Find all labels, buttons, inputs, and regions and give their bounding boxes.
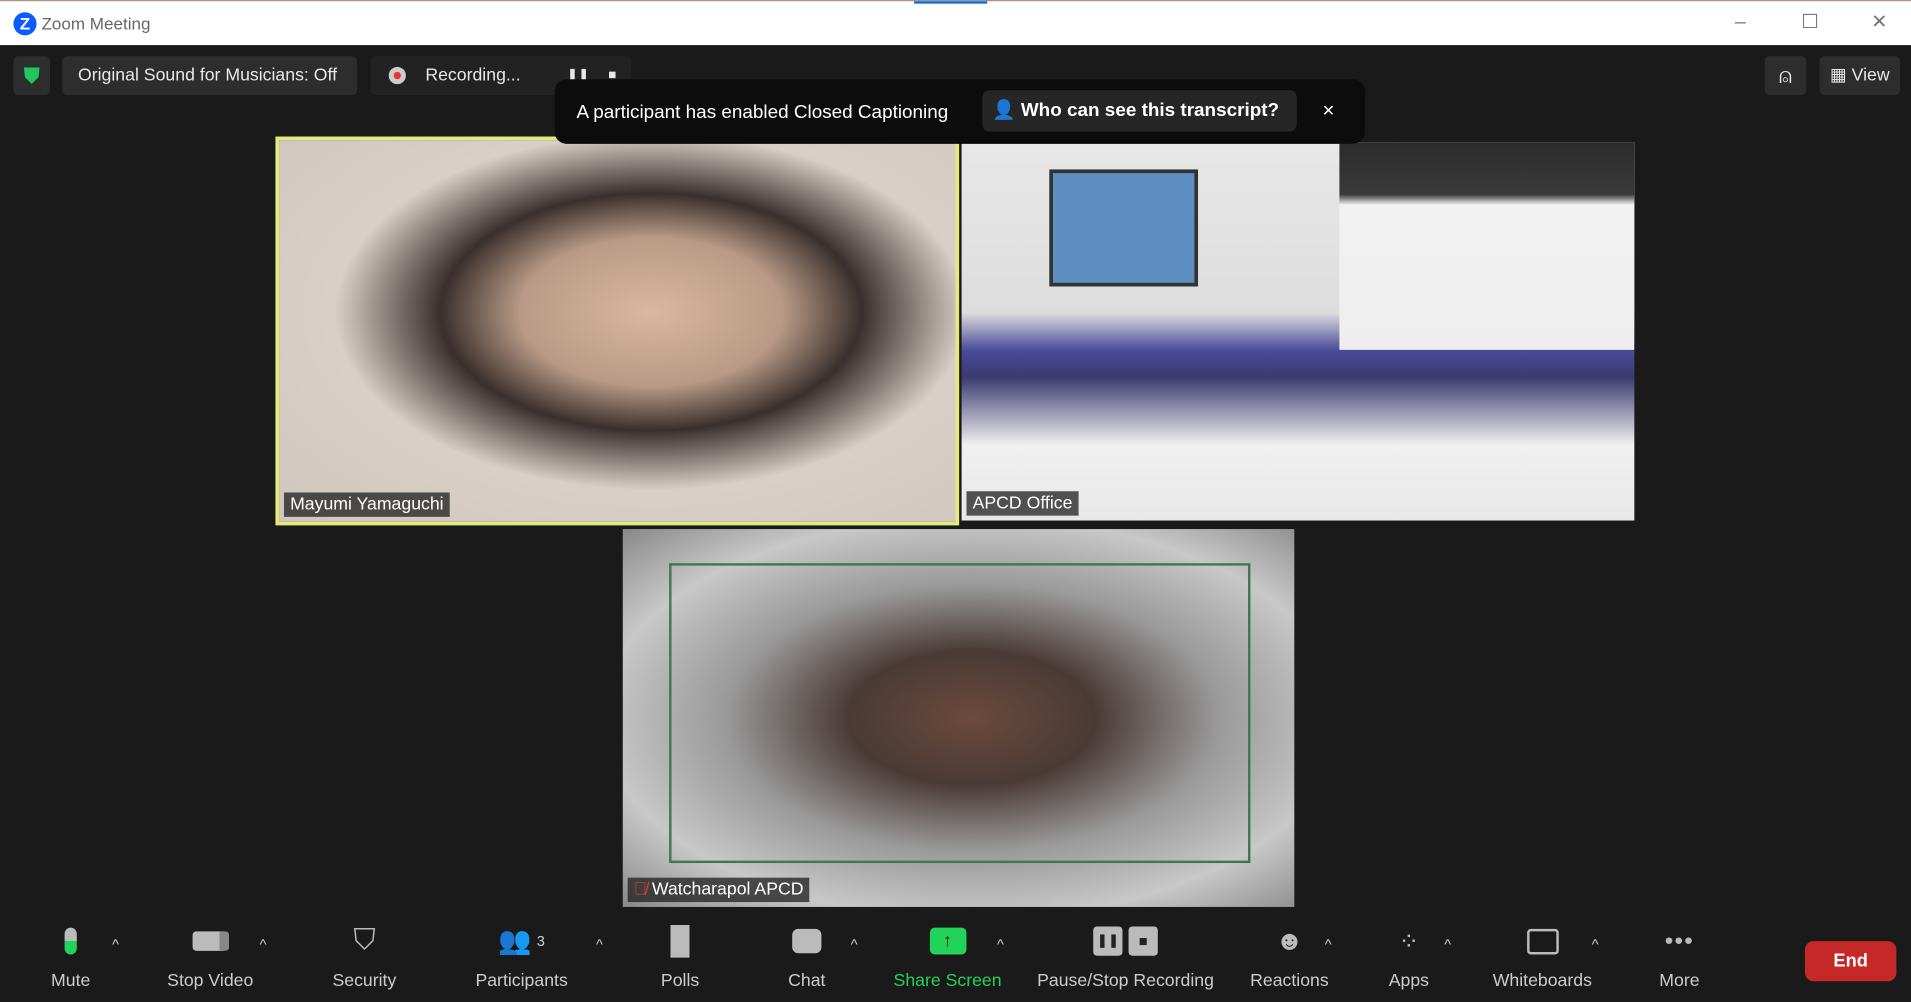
chat-options-caret[interactable]: ^ [851,936,858,953]
original-sound-button[interactable]: Original Sound for Musicians: Off [62,56,358,96]
participants-icon: 👥 [498,925,532,956]
more-label: More [1659,971,1700,992]
more-dots-icon: ••• [1664,927,1695,954]
pause-icon: ❚❚ [1093,926,1123,956]
lock-person-icon: ⍝ [1778,63,1793,88]
participants-count: 3 [536,932,545,950]
encryption-shield-button[interactable]: ⛊ [13,56,50,96]
chat-label: Chat [788,971,826,992]
recording-label: Recording... [425,65,521,86]
whiteboard-icon [1526,928,1559,954]
zoom-window: Z Zoom Meeting – ☐ ✕ ⛊ Original Sound fo… [0,0,1911,1002]
polls-label: Polls [660,971,700,992]
video-tile-apcd-office[interactable]: APCD Office [961,142,1635,521]
grid-icon: ▦ [1830,65,1847,86]
apps-label: Apps [1388,971,1430,992]
transcript-link-label: Who can see this transcript? [1020,99,1280,121]
polls-button[interactable]: ▐▌ Polls [648,917,711,1002]
closed-caption-notification: A participant has enabled Closed Caption… [554,79,1365,144]
close-window-button[interactable]: ✕ [1861,9,1898,38]
share-screen-icon: ↑ [929,927,966,955]
video-tile-mayumi[interactable]: Mayumi Yamaguchi [275,136,960,526]
maximize-button[interactable]: ☐ [1792,9,1829,38]
shield-icon: ⛉ [353,924,376,957]
minimize-button[interactable]: – [1722,9,1759,38]
bar-chart-icon: ▐▌ [661,925,700,956]
whiteboards-button[interactable]: Whiteboards [1484,917,1600,1002]
reactions-options-caret[interactable]: ^ [1325,936,1332,953]
transcript-visibility-link[interactable]: 👤 Who can see this transcript? [982,90,1297,132]
chat-bubble-icon [792,928,822,954]
participant-name-text: Watcharapol APCD [651,880,804,900]
shield-check-icon: ⛊ [23,63,40,88]
zoom-logo-icon: Z [13,12,37,36]
whiteboards-options-caret[interactable]: ^ [1592,936,1599,953]
end-meeting-button[interactable]: End [1804,941,1897,982]
microphone-icon [64,927,77,955]
mute-label: Mute [51,971,91,992]
more-button[interactable]: ••• More [1648,917,1711,1002]
participant-name: Mayumi Yamaguchi [283,492,450,517]
share-screen-button[interactable]: ↑ Share Screen [890,917,1006,1002]
apps-options-caret[interactable]: ^ [1444,936,1451,953]
immersive-button[interactable]: ⍝ [1764,56,1807,96]
close-toast-button[interactable]: × [1322,99,1334,123]
whiteboards-label: Whiteboards [1492,971,1592,992]
stop-video-label: Stop Video [167,971,254,992]
window-title: Zoom Meeting [41,13,151,33]
view-label: View [1851,65,1890,86]
stop-icon: ■ [1128,926,1158,956]
toast-message: A participant has enabled Closed Caption… [576,102,949,124]
share-options-caret[interactable]: ^ [997,936,1004,953]
video-tile-watcharapol[interactable]: 🎙̸ Watcharapol APCD [622,529,1295,907]
emoji-add-icon: ☻ [1275,925,1304,956]
apps-button[interactable]: ⁘ Apps [1380,917,1439,1002]
chat-button[interactable]: Chat [775,917,838,1002]
security-button[interactable]: ⛉ Security [323,917,406,1002]
share-screen-label: Share Screen [893,971,1002,992]
mute-button[interactable]: Mute [34,917,107,1002]
participant-name: APCD Office [966,491,1079,516]
view-button[interactable]: ▦ View [1819,56,1901,96]
pause-stop-recording-button[interactable]: ❚❚ ■ Pause/Stop Recording [1031,917,1220,1002]
pause-stop-recording-label: Pause/Stop Recording [1037,971,1214,992]
security-label: Security [332,971,397,992]
reactions-label: Reactions [1250,971,1329,992]
audio-options-caret[interactable]: ^ [112,936,119,953]
title-bar: Z Zoom Meeting – ☐ ✕ [0,0,1911,46]
video-camera-icon [191,931,229,951]
participants-label: Participants [475,971,568,992]
video-options-caret[interactable]: ^ [260,936,267,953]
participants-button[interactable]: 👥 3 Participants [469,917,574,1002]
tab-indicator [914,1,988,4]
person-info-icon: 👤 [992,99,1016,121]
meeting-toolbar: Mute ^ Stop Video ^ ⛉ Security 👥 3 Particip… [0,917,1911,1002]
participants-options-caret[interactable]: ^ [596,936,603,953]
record-dot-icon [388,67,406,85]
muted-mic-icon: 🎙̸ [633,880,648,900]
participant-name: 🎙̸ Watcharapol APCD [627,877,810,903]
reactions-button[interactable]: ☻ Reactions [1246,917,1334,1002]
apps-icon: ⁘ [1398,928,1420,956]
stop-video-button[interactable]: Stop Video [158,917,262,1002]
